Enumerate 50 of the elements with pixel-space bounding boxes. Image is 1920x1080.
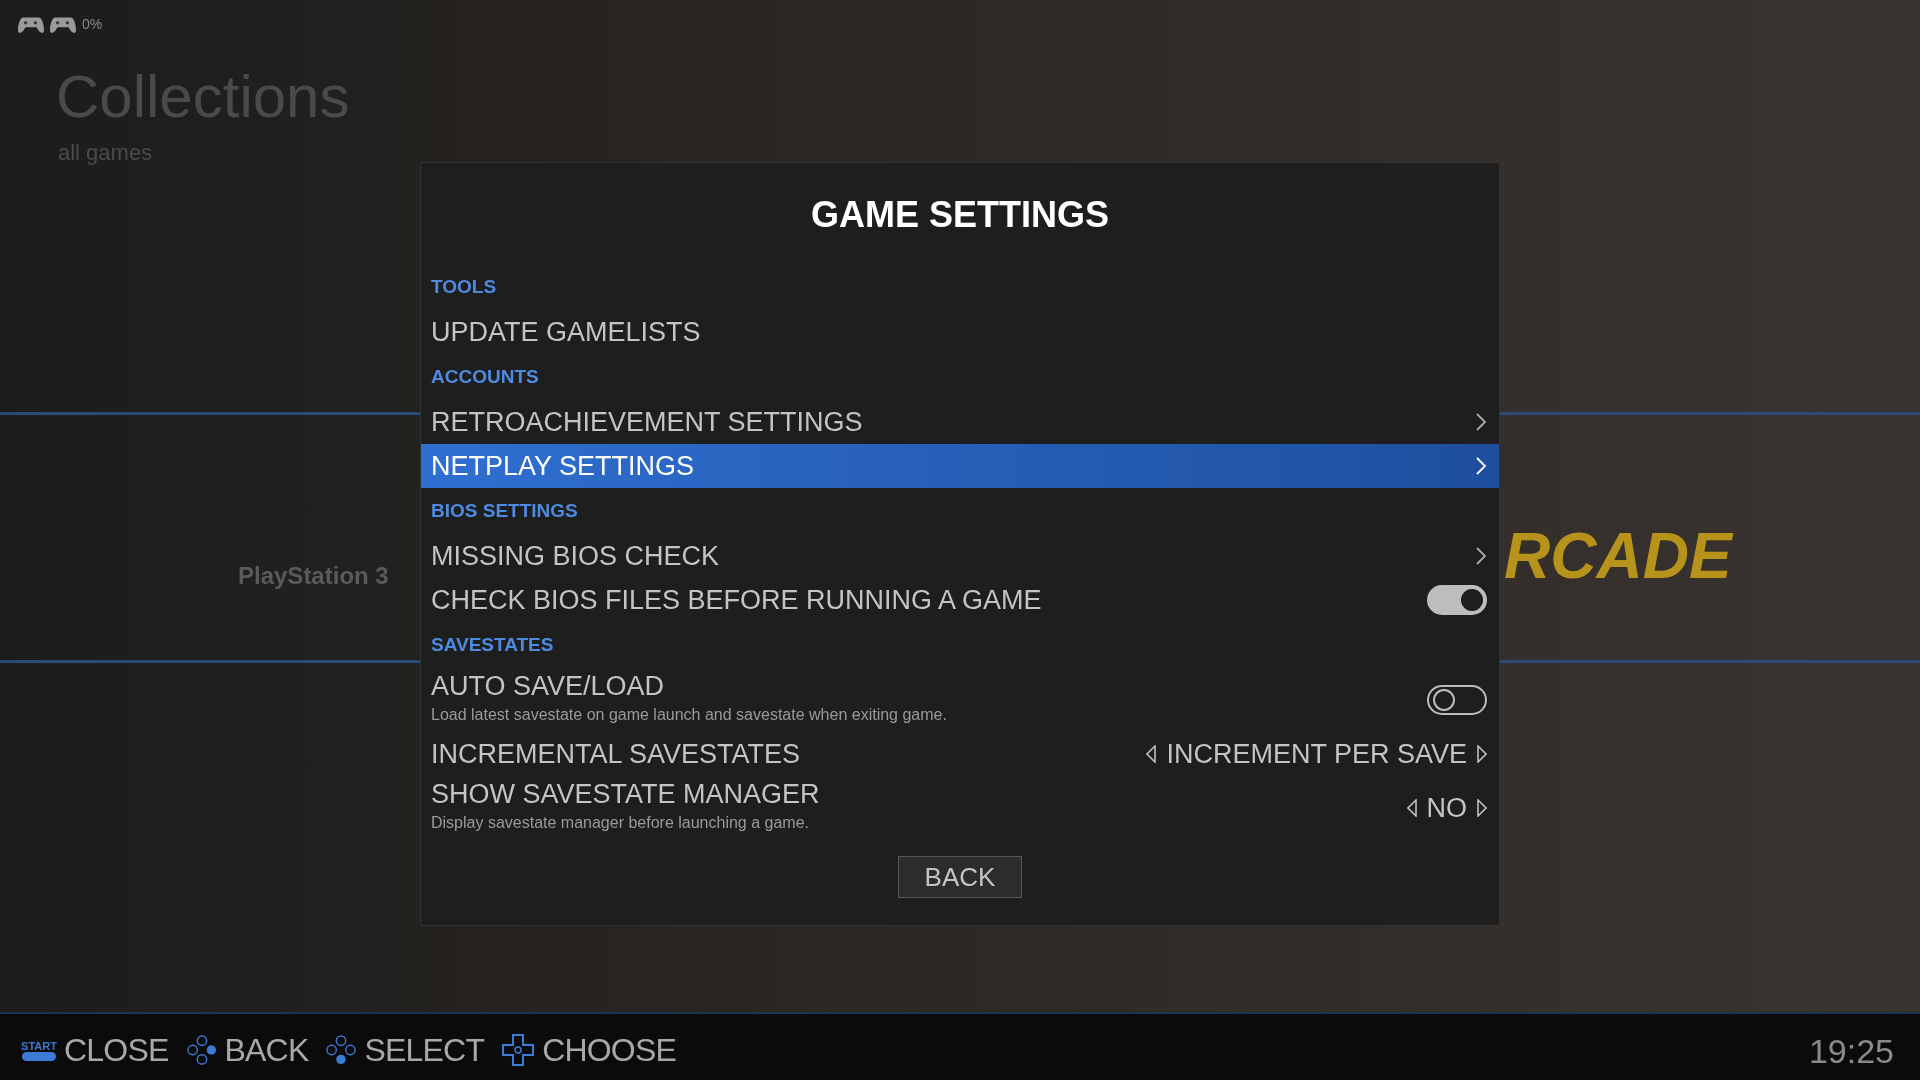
dpad-icon [502,1034,535,1066]
setting-label: INCREMENTAL SAVESTATES [431,738,801,771]
system-logo: PlayStation 3 [238,561,389,591]
option-value: INCREMENT PER SAVE [1166,737,1467,771]
gamepad-icon [50,15,76,34]
back-button[interactable]: BACK [897,856,1023,898]
help-label: SELECT [364,1031,485,1070]
settings-row[interactable]: INCREMENTAL SAVESTATES INCREMENT PER SAVE [421,732,1499,776]
help-label: BACK [224,1031,309,1070]
settings-row[interactable]: CHECK BIOS FILES BEFORE RUNNING A GAME [421,578,1499,622]
system-logo: RCADE [1504,519,1732,594]
settings-row[interactable]: SHOW SAVESTATE MANAGER Display savestate manager before launching a game. NO [421,776,1499,840]
setting-label: CHECK BIOS FILES BEFORE RUNNING A GAME [431,584,1042,617]
battery-percentage: 0% [82,15,103,34]
toggle-switch[interactable] [1427,685,1487,715]
toggle-switch[interactable] [1427,585,1487,615]
setting-description: Display savestate manager before launching a game. [431,813,810,833]
settings-row[interactable]: MISSING BIOS CHECK [421,534,1499,578]
right-arrow-icon[interactable] [1477,799,1487,817]
setting-label: UPDATE GAMELISTS [431,316,701,349]
setting-label: SHOW SAVESTATE MANAGER [431,778,820,811]
dialog-title: GAME SETTINGS [810,193,1110,237]
clock: 19:25 [1808,1031,1894,1072]
setting-label: AUTO SAVE/LOAD [431,670,666,703]
chevron-right-icon [1475,456,1487,476]
start-button-icon [22,1051,56,1061]
section-header: ACCOUNTS [430,364,540,389]
chevron-right-icon [1475,546,1487,566]
right-arrow-icon[interactable] [1477,745,1487,763]
help-label: CHOOSE [542,1031,677,1070]
settings-row[interactable]: NETPLAY SETTINGS [421,444,1499,488]
settings-row[interactable]: AUTO SAVE/LOAD Load latest savestate on game launch and savestate when exiting game. [421,668,1499,732]
settings-row[interactable]: UPDATE GAMELISTS [421,310,1499,354]
section-header: SAVESTATES [430,632,555,657]
left-arrow-icon[interactable] [1146,745,1157,763]
face-buttons-icon [326,1035,357,1065]
gamepad-icon [18,15,44,34]
section-header: TOOLS [430,274,498,299]
help-label: CLOSE [64,1031,169,1070]
option-value: NO [1426,791,1467,825]
setting-label: NETPLAY SETTINGS [431,450,695,483]
section-header: BIOS SETTINGS [430,498,579,523]
setting-label: MISSING BIOS CHECK [431,540,720,573]
face-buttons-icon [186,1035,217,1065]
start-key-label: START [21,1039,57,1052]
chevron-right-icon [1475,412,1487,432]
settings-row[interactable]: RETROACHIEVEMENT SETTINGS [421,400,1499,444]
setting-label: RETROACHIEVEMENT SETTINGS [431,406,863,439]
setting-description: Load latest savestate on game launch and savestate when exiting game. [431,705,947,725]
left-arrow-icon[interactable] [1406,799,1417,817]
